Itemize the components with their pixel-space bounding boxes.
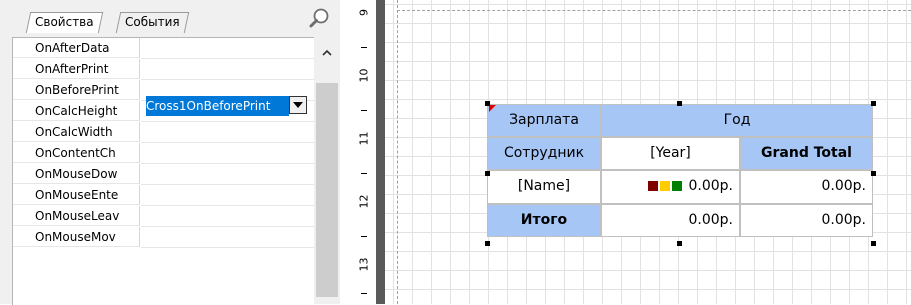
event-name: OnMouseLeav xyxy=(13,206,140,226)
event-row-onmouseenter[interactable]: OnMouseEnte xyxy=(13,185,315,206)
indicator-icon xyxy=(672,181,683,191)
resize-handle[interactable] xyxy=(485,241,490,246)
ruler-tick xyxy=(361,47,367,48)
splitter-bar[interactable] xyxy=(376,0,385,304)
resize-handle[interactable] xyxy=(871,101,876,106)
ruler-tick xyxy=(361,293,367,294)
scroll-up-icon[interactable] xyxy=(319,45,335,61)
resize-handle[interactable] xyxy=(485,101,490,106)
event-value[interactable] xyxy=(141,206,315,227)
event-name: OnCalcHeight xyxy=(13,101,140,121)
event-grid: OnAfterData OnAfterPrint OnBeforePrint O… xyxy=(12,37,315,305)
event-value[interactable] xyxy=(141,185,315,206)
resize-handle[interactable] xyxy=(871,171,876,176)
crosstab-grand-value-cell[interactable]: 0.00р. xyxy=(740,204,873,237)
event-value[interactable] xyxy=(141,38,315,59)
ruler-tick xyxy=(361,110,367,111)
chevron-down-icon xyxy=(293,102,303,108)
event-value[interactable] xyxy=(141,227,315,248)
search-icon[interactable] xyxy=(306,6,332,32)
tab-properties[interactable]: Свойства xyxy=(25,12,103,33)
ruler-label: 10 xyxy=(357,68,371,83)
crosstab-row-header[interactable]: Сотрудник xyxy=(487,137,601,170)
event-row-onafterprint[interactable]: OnAfterPrint xyxy=(13,59,315,80)
crosstab-row-total-cell[interactable]: 0.00р. xyxy=(740,170,873,204)
event-value[interactable] xyxy=(141,164,315,185)
crosstab-column-total-cell[interactable]: 0.00р. xyxy=(601,204,740,237)
event-name: OnAfterData xyxy=(13,38,140,58)
dropdown-button[interactable] xyxy=(289,96,307,114)
inspector-scrollbar[interactable] xyxy=(314,37,340,304)
event-value[interactable] xyxy=(141,143,315,164)
event-row-oncontentchanged[interactable]: OnContentCh xyxy=(13,143,315,164)
crosstab-grand-total-header[interactable]: Grand Total xyxy=(740,137,873,170)
crosstab-corner-cell[interactable]: Зарплата xyxy=(487,104,601,137)
tab-events[interactable]: События xyxy=(115,12,189,33)
event-name: OnMouseEnte xyxy=(13,185,140,205)
ruler-label: 12 xyxy=(357,194,371,209)
page-margin-line xyxy=(397,0,398,304)
ruler-label: 13 xyxy=(357,257,371,272)
crosstab-row-field[interactable]: [Name] xyxy=(487,170,601,204)
event-name: OnCalcWidth xyxy=(13,122,140,142)
crosstab-column-header[interactable]: Год xyxy=(601,104,873,137)
resize-handle[interactable] xyxy=(677,101,682,106)
resize-handle[interactable] xyxy=(871,241,876,246)
scroll-thumb[interactable] xyxy=(316,83,338,297)
inspector-tabs: Свойства События xyxy=(0,0,340,34)
event-row-oncalcwidth[interactable]: OnCalcWidth xyxy=(13,122,315,143)
event-name: OnBeforePrint xyxy=(13,80,140,100)
event-name: OnMouseDow xyxy=(13,164,140,184)
event-name: OnAfterPrint xyxy=(13,59,140,79)
event-row-onafterdata[interactable]: OnAfterData xyxy=(13,38,315,59)
indicator-icon xyxy=(648,181,659,191)
vertical-ruler: 9 10 11 12 13 xyxy=(353,0,377,304)
page-margin-line xyxy=(397,10,911,11)
selection-corner-marker xyxy=(489,105,496,112)
value-text: 0.00р. xyxy=(688,178,733,194)
crosstab-column-field[interactable]: [Year] xyxy=(601,137,740,170)
ruler-tick xyxy=(361,173,367,174)
crosstab-total-label[interactable]: Итого xyxy=(487,204,601,237)
object-inspector: Свойства События OnAfterData OnAfterPrin… xyxy=(0,0,340,305)
resize-handle[interactable] xyxy=(485,171,490,176)
crosstab-value-cell[interactable]: 0.00р. xyxy=(601,170,740,204)
event-value[interactable] xyxy=(141,122,315,143)
indicator-icon xyxy=(660,181,671,191)
ruler-tick xyxy=(361,236,367,237)
event-value[interactable] xyxy=(141,59,315,80)
event-row-onmouseleave[interactable]: OnMouseLeav xyxy=(13,206,315,227)
event-row-onmousedown[interactable]: OnMouseDow xyxy=(13,164,315,185)
ruler-label: 9 xyxy=(357,9,371,16)
event-row-onmousemove[interactable]: OnMouseMov xyxy=(13,227,315,248)
event-name: OnMouseMov xyxy=(13,227,140,247)
event-name: OnContentCh xyxy=(13,143,140,163)
ruler-label: 11 xyxy=(357,131,371,146)
resize-handle[interactable] xyxy=(677,241,682,246)
event-handler-input[interactable]: Cross1OnBeforePrint xyxy=(146,96,289,116)
